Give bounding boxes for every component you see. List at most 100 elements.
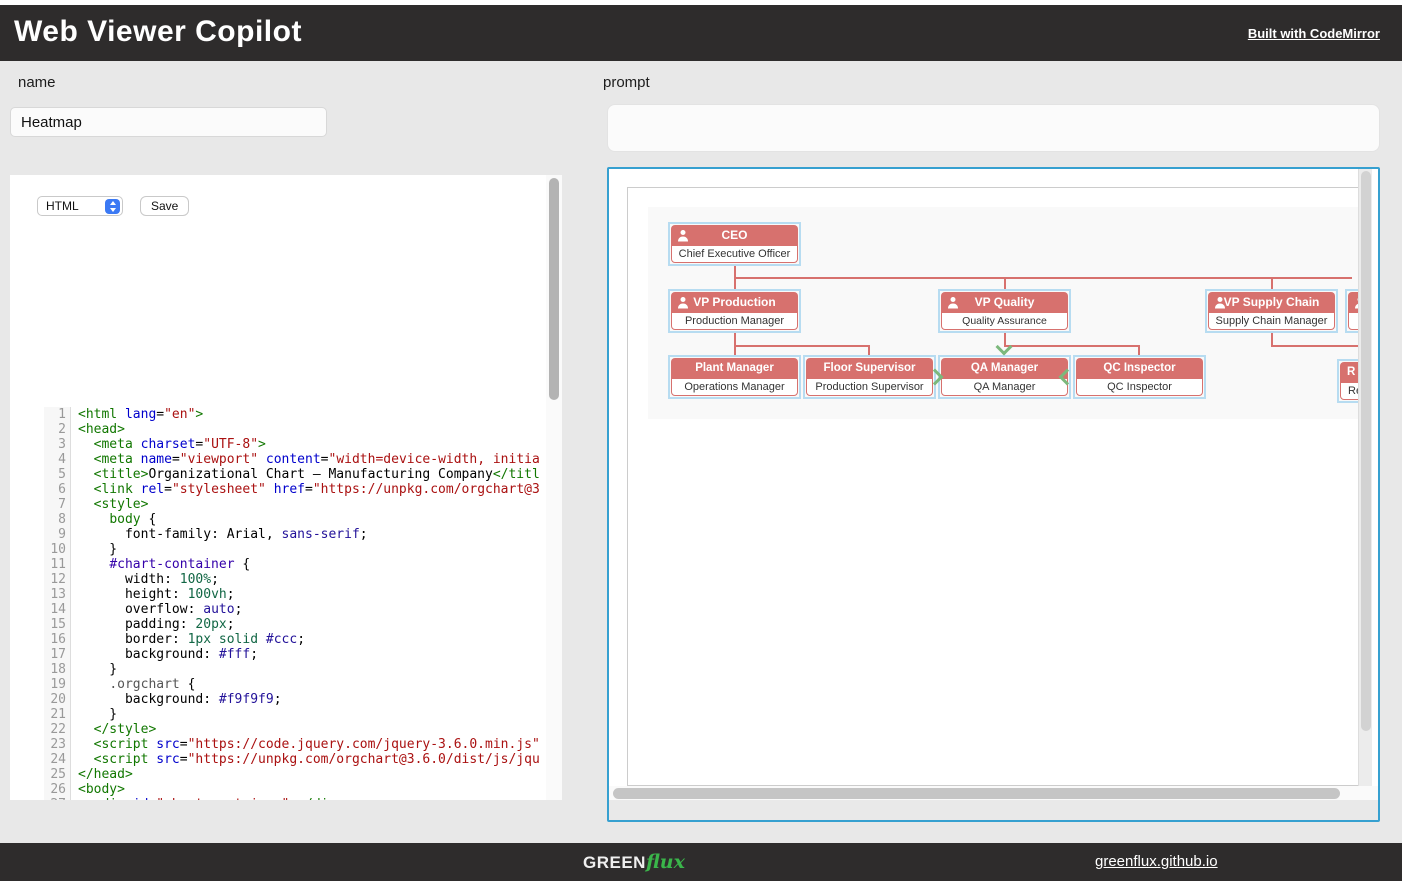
connector [734, 345, 870, 347]
line-number: 9 [44, 527, 71, 542]
connector [1271, 345, 1358, 347]
built-with-codemirror-link[interactable]: Built with CodeMirror [1248, 26, 1380, 41]
line-number: 7 [44, 497, 71, 512]
line-number: 17 [44, 647, 71, 662]
org-node-vp-clipped[interactable] [1345, 289, 1358, 333]
line-number: 2 [44, 422, 71, 437]
logo-flux-text: flux [646, 851, 685, 873]
language-select[interactable]: HTML [37, 196, 123, 216]
preview-container: CEO Chief Executive Officer VP Productio… [607, 167, 1380, 822]
prompt-input[interactable] [607, 104, 1380, 152]
org-node-qa-manager[interactable]: QA Manager QA Manager [938, 355, 1071, 399]
person-icon [677, 228, 689, 245]
org-node-name: VP Production [693, 295, 775, 309]
editor-vertical-scrollbar[interactable] [546, 175, 562, 800]
connector [734, 266, 736, 277]
line-number: 24 [44, 752, 71, 767]
line-number: 13 [44, 587, 71, 602]
web-viewer-copilot-app: Web Viewer Copilot Built with CodeMirror… [0, 0, 1402, 881]
connector [1004, 345, 1140, 347]
line-number: 18 [44, 662, 71, 677]
org-node-name: R [1340, 362, 1358, 382]
org-node-title: Supply Chain Manager [1208, 312, 1335, 330]
line-number: 15 [44, 617, 71, 632]
org-node-ceo[interactable]: CEO Chief Executive Officer [668, 222, 801, 266]
person-icon [677, 295, 689, 312]
logo-green-text: GREEN [583, 853, 646, 872]
org-node-vp-production[interactable]: VP Production Production Manager [668, 289, 801, 333]
line-number: 11 [44, 557, 71, 572]
person-icon [947, 295, 959, 312]
app-header: Web Viewer Copilot Built with CodeMirror [0, 5, 1402, 61]
line-number: 22 [44, 722, 71, 737]
connector [868, 345, 870, 355]
line-number: 6 [44, 482, 71, 497]
line-number: 5 [44, 467, 71, 482]
connector [1271, 277, 1273, 289]
select-stepper-icon [105, 199, 120, 214]
org-node-name: VP Quality [975, 295, 1035, 309]
code-lines[interactable]: 1<html lang="en">2<head>3 <meta charset=… [44, 407, 556, 800]
org-node-title: Quality Assurance Manager [941, 312, 1068, 330]
line-number: 23 [44, 737, 71, 752]
line-number: 20 [44, 692, 71, 707]
app-footer: GREENflux greenflux.github.io [0, 843, 1402, 881]
preview-vertical-scrollbar[interactable] [1358, 169, 1372, 786]
line-number: 26 [44, 782, 71, 797]
code-editor-panel[interactable]: 1<html lang="en">2<head>3 <meta charset=… [10, 175, 562, 800]
line-number: 25 [44, 767, 71, 782]
org-node-floor-supervisor[interactable]: Floor Supervisor Production Supervisor [803, 355, 936, 399]
preview-clip-area: CEO Chief Executive Officer VP Productio… [609, 169, 1358, 786]
connector [1138, 345, 1140, 355]
org-node-title: Production Manager [671, 312, 798, 330]
connector [734, 345, 736, 355]
org-node-name: QA Manager [941, 358, 1068, 378]
connector [1271, 333, 1273, 345]
line-number: 3 [44, 437, 71, 452]
org-node-title: Operations Manager [671, 378, 798, 396]
preview-hscroll-thumb[interactable] [613, 788, 1340, 799]
line-number: 1 [44, 407, 71, 422]
language-select-value: HTML [46, 199, 79, 213]
connector [734, 277, 1352, 279]
org-node-title [1348, 312, 1358, 330]
connector [734, 333, 736, 345]
org-node-name: VP Supply Chain [1224, 295, 1320, 309]
connector [734, 277, 736, 289]
line-number: 8 [44, 512, 71, 527]
preview-horizontal-scrollbar[interactable] [609, 786, 1378, 800]
org-node-vp-quality[interactable]: VP Quality Quality Assurance Manager [938, 289, 1071, 333]
page-title: Web Viewer Copilot [14, 15, 302, 49]
line-number: 21 [44, 707, 71, 722]
org-node-title: QA Manager [941, 378, 1068, 396]
connector [1004, 277, 1006, 289]
greenflux-logo: GREENflux [583, 851, 685, 873]
name-input[interactable] [10, 107, 327, 137]
person-icon [1214, 295, 1226, 312]
line-number: 16 [44, 632, 71, 647]
org-node-name: Floor Supervisor [806, 358, 933, 378]
org-node-vp-supply-chain[interactable]: VP Supply Chain Supply Chain Manager [1205, 289, 1338, 333]
org-node-title: Production Supervisor [806, 378, 933, 396]
save-button[interactable]: Save [140, 196, 189, 216]
editor-scrollbar-thumb[interactable] [549, 178, 559, 400]
preview-vscroll-thumb[interactable] [1361, 171, 1371, 731]
org-node-title: QC Inspector [1076, 378, 1203, 396]
line-number: 14 [44, 602, 71, 617]
org-node-name: QC Inspector [1076, 358, 1203, 378]
org-node-name: CEO [721, 228, 747, 242]
prompt-label: prompt [603, 74, 650, 91]
preview-iframe: CEO Chief Executive Officer VP Productio… [609, 169, 1378, 800]
greenflux-github-link[interactable]: greenflux.github.io [1095, 853, 1218, 870]
org-node-name: Plant Manager [671, 358, 798, 378]
line-number: 12 [44, 572, 71, 587]
org-node-title: Reg [1340, 382, 1358, 400]
org-node-plant-manager[interactable]: Plant Manager Operations Manager [668, 355, 801, 399]
line-number: 4 [44, 452, 71, 467]
org-node-clipped-right[interactable]: R Reg [1337, 359, 1358, 403]
org-node-qc-inspector[interactable]: QC Inspector QC Inspector [1073, 355, 1206, 399]
name-label: name [18, 74, 56, 91]
org-node-title: Chief Executive Officer [671, 245, 798, 263]
line-number: 10 [44, 542, 71, 557]
line-number: 19 [44, 677, 71, 692]
